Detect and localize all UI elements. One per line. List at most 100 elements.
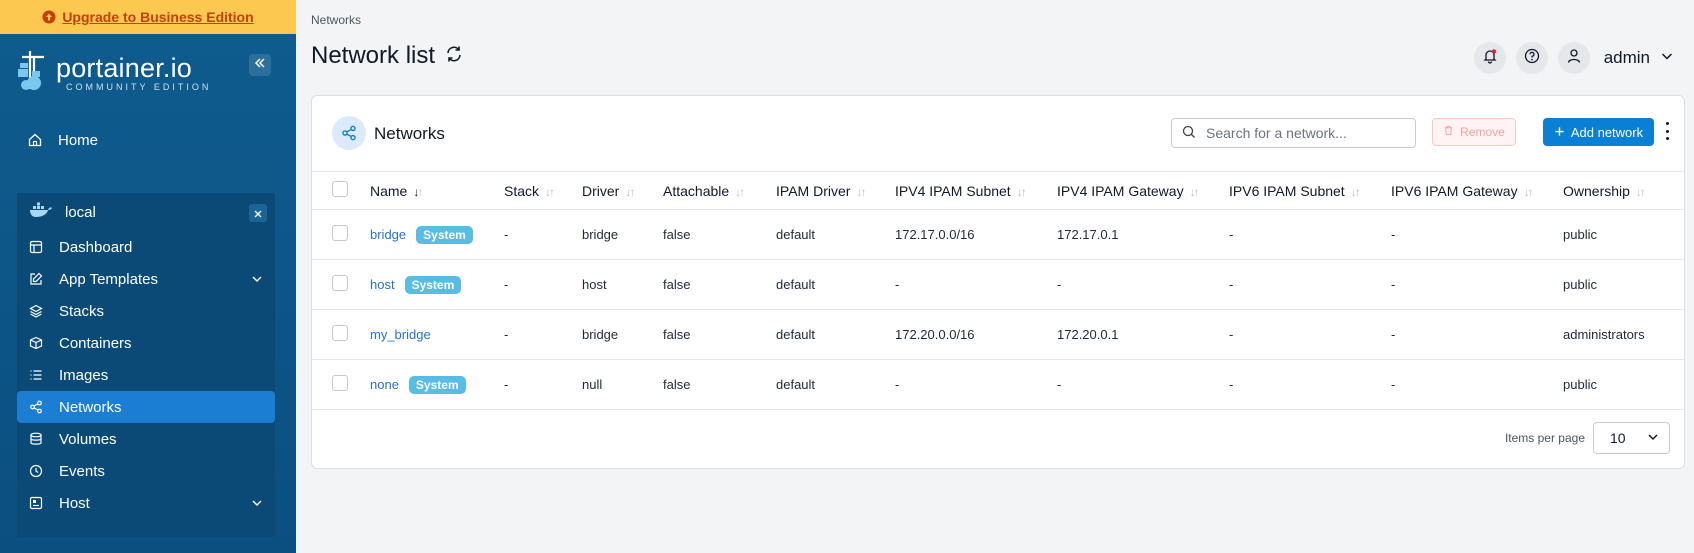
user-avatar[interactable]	[1557, 42, 1590, 74]
search-icon	[1182, 125, 1196, 142]
box-icon	[29, 336, 43, 350]
portainer-logo-icon	[16, 49, 48, 98]
sort-icon: ↓↑	[545, 184, 555, 199]
add-network-label: Add network	[1570, 124, 1644, 140]
search-input[interactable]: Search for a network...	[1171, 118, 1416, 148]
cell-ipam-driver: default	[776, 327, 816, 342]
select-all-checkbox[interactable]	[312, 172, 370, 210]
cell-ipv4-subnet: 172.20.0.0/16	[895, 327, 975, 342]
chevron-down-icon[interactable]	[1660, 49, 1674, 68]
row-checkbox[interactable]	[332, 325, 348, 341]
refresh-icon[interactable]	[445, 42, 463, 70]
cell-ipam-driver: default	[776, 227, 816, 242]
row-checkbox-cell	[312, 260, 370, 310]
column-header-ipv4-gateway[interactable]: IPV4 IPAM Gateway ↓↑	[1057, 172, 1229, 210]
items-per-page-select[interactable]: 10	[1593, 422, 1670, 454]
cell-ipv6-subnet: -	[1229, 327, 1234, 342]
row-checkbox-cell	[312, 360, 370, 410]
chevron-down-icon[interactable]	[251, 272, 263, 289]
bell-icon	[1482, 48, 1498, 69]
cell-name: host System	[370, 260, 504, 310]
brand[interactable]: portainer.io COMMUNITY EDITION	[0, 34, 296, 112]
cell-ipv6-gateway: -	[1391, 377, 1396, 392]
cell-ipv6-gateway: -	[1391, 227, 1396, 242]
system-badge: System	[416, 225, 473, 244]
page-title: Network list	[311, 42, 436, 69]
row-checkbox[interactable]	[332, 375, 348, 391]
home-icon	[28, 133, 42, 147]
cell-ipv6-subnet: -	[1229, 277, 1234, 292]
cell-ipam-driver: default	[776, 377, 816, 392]
table-row: host System - host false default - - - - public	[312, 260, 1684, 310]
breadcrumb: Networks	[311, 13, 362, 27]
column-header-attachable[interactable]: Attachable ↓↑	[663, 172, 776, 210]
environment-close-button[interactable]	[249, 204, 267, 222]
list-icon	[29, 368, 43, 382]
sort-icon: ↓↑	[1635, 184, 1646, 199]
sidebar-item-containers[interactable]: Containers	[17, 327, 275, 359]
networks-card: Networks Search for a network... Remove …	[311, 95, 1685, 469]
sort-icon: ↓↑	[625, 184, 635, 199]
cell-name: none System	[370, 360, 504, 410]
sidebar-item-stacks[interactable]: Stacks	[17, 295, 275, 327]
column-header-driver[interactable]: Driver ↓↑	[582, 172, 663, 210]
cell-stack: -	[504, 277, 509, 292]
help-button[interactable]	[1515, 42, 1548, 74]
network-name-link[interactable]: none	[370, 377, 399, 392]
cell-name: my_bridge	[370, 310, 504, 360]
sidebar-item-label: Home	[58, 131, 99, 149]
main-content: Networks Network list admin Networks Sea…	[296, 0, 1694, 553]
sidebar-item-dashboard[interactable]: Dashboard	[17, 231, 275, 263]
collapse-sidebar-button[interactable]	[249, 54, 271, 76]
sidebar-item-events[interactable]: Events	[17, 455, 275, 487]
table-row: bridge System - bridge false default 172.17.0.…	[312, 210, 1684, 260]
row-checkbox[interactable]	[332, 225, 348, 241]
column-header-ipv6-gateway[interactable]: IPV6 IPAM Gateway ↓↑	[1391, 172, 1563, 210]
sidebar-item-label: Containers	[59, 334, 132, 352]
upgrade-banner[interactable]: Upgrade to Business Edition	[0, 0, 296, 34]
cell-attachable: false	[663, 327, 691, 342]
cell-ownership: public	[1563, 227, 1597, 242]
layers-icon	[29, 304, 43, 318]
environment-panel: local Dashboard App Templates Stacks Con…	[17, 193, 275, 537]
network-name-link[interactable]: my_bridge	[370, 327, 431, 342]
row-checkbox[interactable]	[332, 275, 348, 291]
column-header-name[interactable]: Name ↓↑	[370, 172, 504, 210]
cell-ipv4-subnet: -	[895, 377, 900, 392]
sidebar-item-app-templates[interactable]: App Templates	[17, 263, 275, 295]
remove-label: Remove	[1460, 125, 1505, 139]
more-options-icon[interactable]	[1664, 122, 1670, 140]
cell-stack: -	[504, 377, 509, 392]
network-name-link[interactable]: bridge	[370, 227, 406, 242]
environment-name: local	[65, 203, 96, 221]
column-header-stack[interactable]: Stack ↓↑	[504, 172, 582, 210]
upgrade-link[interactable]: Upgrade to Business Edition	[62, 9, 253, 25]
card-header: Networks Search for a network... Remove …	[312, 96, 1684, 171]
sort-icon: ↓↑	[735, 184, 745, 199]
network-name-link[interactable]: host	[370, 277, 395, 292]
edit-icon	[29, 272, 43, 286]
cell-ownership: public	[1563, 377, 1597, 392]
server-icon	[29, 496, 43, 510]
remove-button[interactable]: Remove	[1432, 118, 1516, 146]
column-header-ipam-driver[interactable]: IPAM Driver ↓↑	[776, 172, 895, 210]
column-header-ipv4-subnet[interactable]: IPV4 IPAM Subnet ↓↑	[895, 172, 1057, 210]
sidebar-item-host[interactable]: Host	[17, 487, 275, 519]
sidebar-item-images[interactable]: Images	[17, 359, 275, 391]
sort-icon: ↓↑	[1350, 184, 1361, 199]
double-chevron-left-icon	[254, 56, 266, 74]
column-header-ownership[interactable]: Ownership ↓↑	[1563, 172, 1684, 210]
page-title-row: Network list	[311, 42, 463, 70]
table-row: my_bridge - bridge false default 172.20.0.0/1…	[312, 310, 1684, 360]
cell-name: bridge System	[370, 210, 504, 260]
user-name[interactable]: admin	[1604, 48, 1650, 68]
notifications-button[interactable]	[1473, 42, 1506, 74]
sidebar-item-home[interactable]: Home	[16, 126, 274, 154]
column-header-ipv6-subnet[interactable]: IPV6 IPAM Subnet ↓↑	[1229, 172, 1391, 210]
chevron-down-icon[interactable]	[251, 496, 263, 513]
table-header-row: Name ↓↑ Stack ↓↑ Driver ↓↑ Attachable ↓↑ IPA…	[312, 171, 1684, 210]
sidebar-item-networks[interactable]: Networks	[17, 391, 275, 423]
search-placeholder: Search for a network...	[1206, 125, 1347, 141]
add-network-button[interactable]: Add network	[1543, 118, 1654, 146]
sidebar-item-volumes[interactable]: Volumes	[17, 423, 275, 455]
